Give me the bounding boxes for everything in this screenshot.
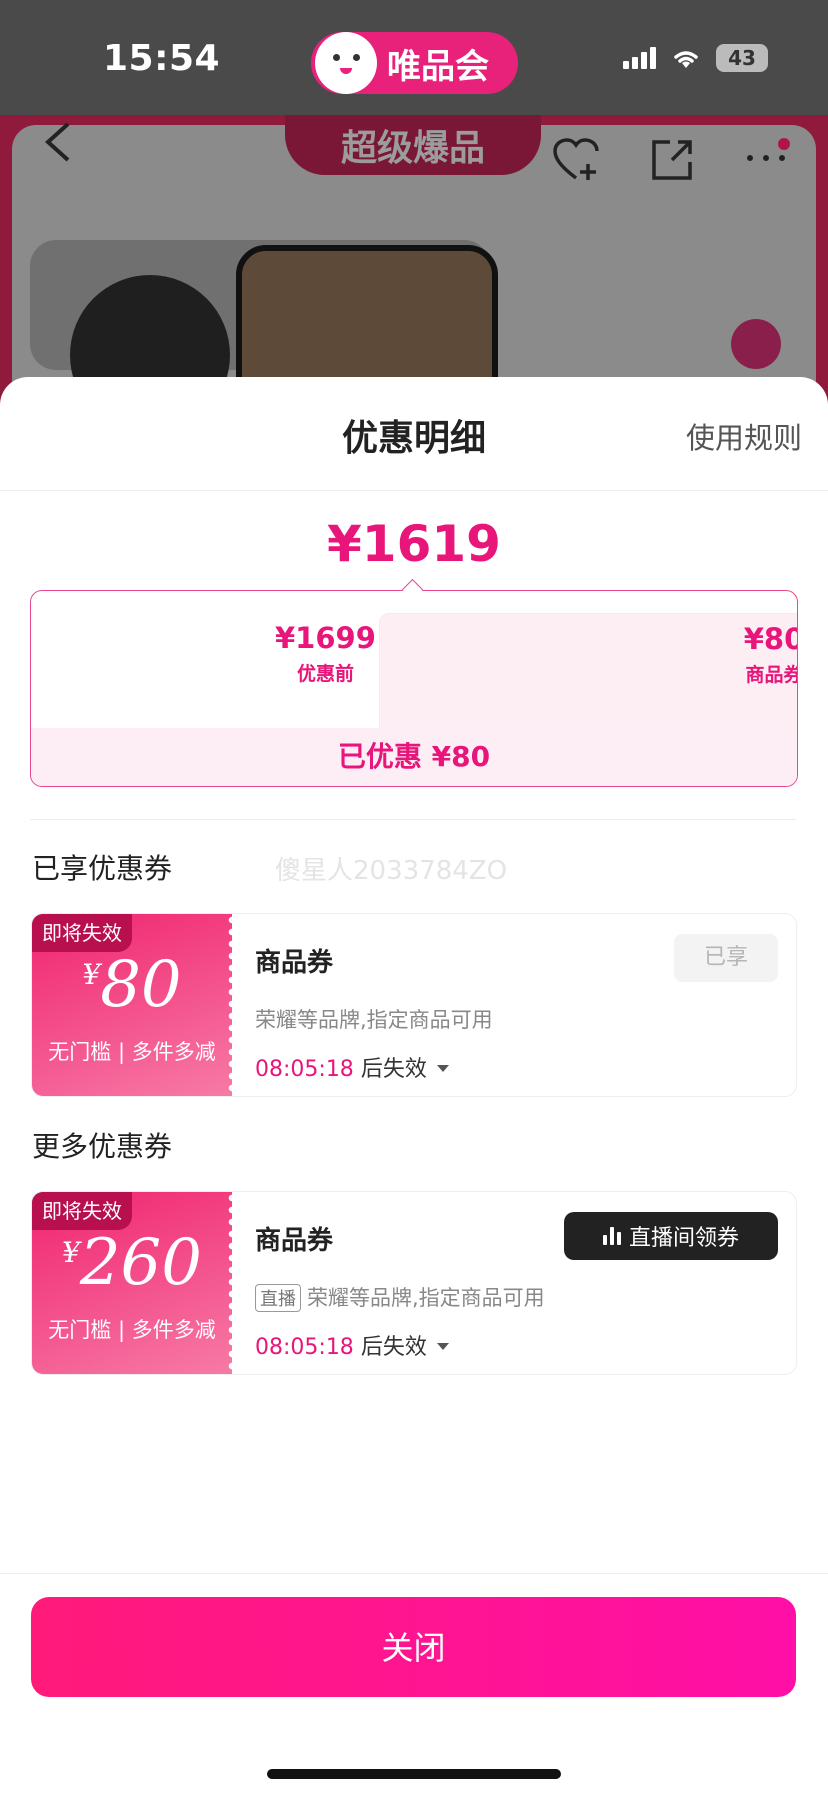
live-tag: 直播 (255, 1284, 301, 1312)
expiring-tag: 即将失效 (32, 914, 132, 952)
currency-symbol: ¥ (62, 1236, 80, 1269)
live-bars-icon (602, 1227, 621, 1245)
home-indicator[interactable] (267, 1769, 561, 1779)
coupon-description-text: 荣耀等品牌,指定商品可用 (255, 1008, 493, 1032)
live-stats-float-icon[interactable] (731, 319, 781, 369)
original-price-value: ¥1699 (275, 621, 376, 655)
currency-symbol: ¥ (82, 958, 101, 991)
final-price: ¥1619 (327, 515, 501, 573)
coupon-description-text: 荣耀等品牌,指定商品可用 (307, 1286, 545, 1310)
coupon-expiry[interactable]: 08:05:18 后失效 (255, 1329, 449, 1361)
status-icons: 43 (623, 44, 768, 72)
coupon-description: 荣耀等品牌,指定商品可用 (255, 1004, 493, 1034)
coupon-condition: 无门槛 | 多件多减 (48, 1040, 216, 1064)
coupon-name: 商品券 (255, 1226, 334, 1256)
enjoyed-coupons-title: 已享优惠券 (32, 852, 173, 885)
more-coupons-title: 更多优惠券 (32, 1130, 173, 1163)
coupon-amount-panel: 即将失效 ¥80 无门槛 | 多件多减 (32, 914, 237, 1096)
coupon-deduction-label: 商品券 (745, 664, 798, 686)
mascot-icon (315, 32, 377, 94)
countdown-timer: 08:05:18 (255, 1335, 354, 1360)
discount-details-sheet: 优惠明细 使用规则 ¥1619 ¥1699 优惠前 - ¥80 商品券 已优惠 … (0, 377, 828, 1796)
coupon-expiry[interactable]: 08:05:18 后失效 (255, 1051, 449, 1083)
coupon-deduction-value: ¥80 (743, 622, 797, 656)
coupon-amount: ¥260 (32, 1226, 232, 1300)
header-divider (0, 490, 828, 491)
countdown-suffix: 后失效 (360, 1335, 427, 1360)
wifi-icon (674, 51, 698, 68)
original-price-label: 优惠前 (296, 663, 354, 685)
enjoyed-status-button: 已享 (674, 934, 778, 982)
expiring-tag: 即将失效 (32, 1192, 132, 1230)
more-options-icon[interactable] (744, 132, 794, 183)
coupon-amount-panel: 即将失效 ¥260 无门槛 | 多件多减 (32, 1192, 237, 1374)
favorite-heart-icon[interactable] (552, 138, 600, 193)
coupon-amount-value: 260 (79, 1226, 202, 1300)
coupon-amount: ¥80 (32, 948, 232, 1022)
caret-down-icon[interactable] (436, 1065, 449, 1072)
close-button[interactable]: 关闭 (31, 1597, 796, 1697)
caret-down-icon[interactable] (436, 1343, 449, 1350)
coupon-amount-value: 80 (100, 948, 182, 1022)
app-name: 唯品会 (387, 46, 489, 87)
back-icon[interactable] (42, 120, 72, 175)
watermark-text: 傻星人2033784ZO (275, 856, 508, 886)
price-calculation-box: ¥1699 优惠前 - ¥80 商品券 已优惠 ¥80 (30, 590, 798, 787)
section-divider (30, 819, 796, 820)
countdown-timer: 08:05:18 (255, 1057, 354, 1082)
footer-divider (0, 1573, 828, 1574)
share-icon[interactable] (650, 138, 694, 193)
claim-in-live-room-label: 直播间领券 (628, 1226, 739, 1251)
coupon-card: 即将失效 ¥260 无门槛 | 多件多减 商品券 直播 荣耀等品牌,指定商品可用 … (31, 1191, 797, 1375)
original-price-item: ¥1699 优惠前 (275, 621, 376, 686)
coupon-condition: 无门槛 | 多件多减 (48, 1318, 216, 1342)
claim-in-live-room-button[interactable]: 直播间领券 (564, 1212, 778, 1260)
super-hot-badge: 超级爆品 (285, 115, 541, 175)
countdown-suffix: 后失效 (360, 1057, 427, 1082)
usage-rules-link[interactable]: 使用规则 (686, 415, 802, 457)
coupon-description: 直播 荣耀等品牌,指定商品可用 (255, 1282, 545, 1312)
status-time: 15:54 (103, 38, 221, 79)
cellular-signal-icon (623, 47, 656, 69)
coupon-card: 即将失效 ¥80 无门槛 | 多件多减 商品券 荣耀等品牌,指定商品可用 08:… (31, 913, 797, 1097)
battery-icon: 43 (716, 44, 768, 72)
coupon-name: 商品券 (255, 948, 334, 978)
total-saved-bar: 已优惠 ¥80 (31, 728, 797, 786)
status-bar: 15:54 唯品会 43 (0, 0, 828, 115)
app-indicator-pill[interactable]: 唯品会 (311, 32, 518, 94)
